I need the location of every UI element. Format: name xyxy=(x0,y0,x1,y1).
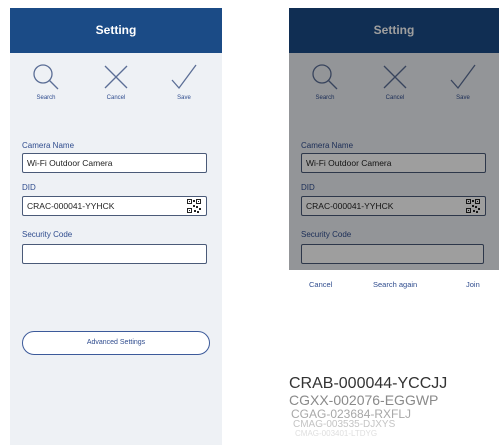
cancel-label: Cancel xyxy=(106,95,126,101)
device-id-item[interactable]: CMAG-003401-LTDYG xyxy=(295,429,377,438)
advanced-settings-button[interactable]: Advanced Settings xyxy=(22,331,210,355)
did-field[interactable]: CRAC-000041-YYHCK xyxy=(22,196,207,216)
search-label: Search xyxy=(36,95,56,101)
search-icon xyxy=(33,64,59,90)
save-button[interactable]: Save xyxy=(154,63,214,101)
join-button[interactable]: Join xyxy=(466,280,480,289)
nav-bar: Setting xyxy=(10,8,222,53)
camera-name-field[interactable]: Wi-Fi Outdoor Camera xyxy=(22,153,207,173)
checkmark-icon xyxy=(171,64,197,90)
settings-screen-right: Setting Search Cancel Save Camera Name W… xyxy=(289,8,499,445)
did-label: DID xyxy=(22,183,36,192)
save-label: Save xyxy=(177,95,191,101)
search-again-button[interactable]: Search again xyxy=(373,280,417,289)
cancel-x-icon xyxy=(104,65,128,89)
did-value: CRAC-000041-YYHCK xyxy=(27,201,115,211)
settings-screen-left: Setting Search Cancel Save Camera Name W… xyxy=(10,8,222,445)
device-id-item[interactable]: CGXX-002076-EGGWP xyxy=(289,392,438,408)
security-code-field[interactable] xyxy=(22,244,207,264)
sheet-actions: Cancel Search again Join xyxy=(289,280,499,300)
security-code-label: Security Code xyxy=(22,230,73,239)
camera-name-label: Camera Name xyxy=(22,141,75,150)
qr-code-icon[interactable] xyxy=(187,199,201,213)
cancel-button[interactable]: Cancel xyxy=(86,63,146,101)
search-button[interactable]: Search xyxy=(16,63,76,101)
page-title: Setting xyxy=(95,23,137,37)
sheet-cancel-button[interactable]: Cancel xyxy=(309,280,332,289)
device-id-item[interactable]: CRAB-000044-YCCJJ xyxy=(289,375,447,393)
search-results-sheet: Cancel Search again Join CRAB-000044-YCC… xyxy=(289,270,499,445)
toolbar: Search Cancel Save xyxy=(10,63,222,113)
